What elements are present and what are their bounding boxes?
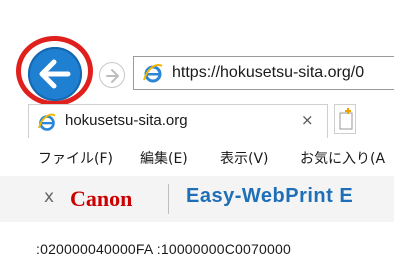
canon-toolbar: x Canon Easy-WebPrint E	[0, 176, 394, 222]
tab-active[interactable]: hokusetsu-sita.org ×	[28, 104, 328, 138]
page-content: :020000040000FA :10000000C0070000	[0, 224, 394, 272]
easy-webprint-button[interactable]: Easy-WebPrint E	[186, 185, 353, 208]
menu-view[interactable]: 表示(V)	[220, 148, 269, 168]
tab-title: hokusetsu-sita.org	[65, 112, 188, 129]
arrow-right-icon	[106, 69, 119, 83]
new-tab-icon	[339, 108, 353, 130]
canon-logo: Canon	[70, 186, 133, 211]
highlight-ring	[16, 36, 93, 106]
ie-icon	[143, 63, 163, 83]
forward-button[interactable]	[99, 62, 125, 88]
menu-favorites[interactable]: お気に入り(A	[300, 148, 385, 168]
toolbar-close-button[interactable]: x	[44, 187, 54, 207]
tab-row: hokusetsu-sita.org ×	[0, 104, 394, 138]
tab-close-button[interactable]: ×	[301, 111, 314, 129]
menu-bar: ファイル(F) 編集(E) 表示(V) お気に入り(A	[0, 140, 394, 174]
navigation-bar: https://hokusetsu-sita.org/0	[0, 0, 394, 108]
ie-icon	[38, 113, 56, 131]
address-url[interactable]: https://hokusetsu-sita.org/0	[172, 64, 364, 82]
menu-file[interactable]: ファイル(F)	[38, 148, 113, 168]
toolbar-divider	[168, 184, 169, 214]
address-bar[interactable]: https://hokusetsu-sita.org/0	[133, 56, 394, 90]
new-tab-button[interactable]	[334, 104, 356, 134]
menu-edit[interactable]: 編集(E)	[140, 148, 188, 168]
content-text: :020000040000FA :10000000C0070000	[36, 241, 291, 257]
